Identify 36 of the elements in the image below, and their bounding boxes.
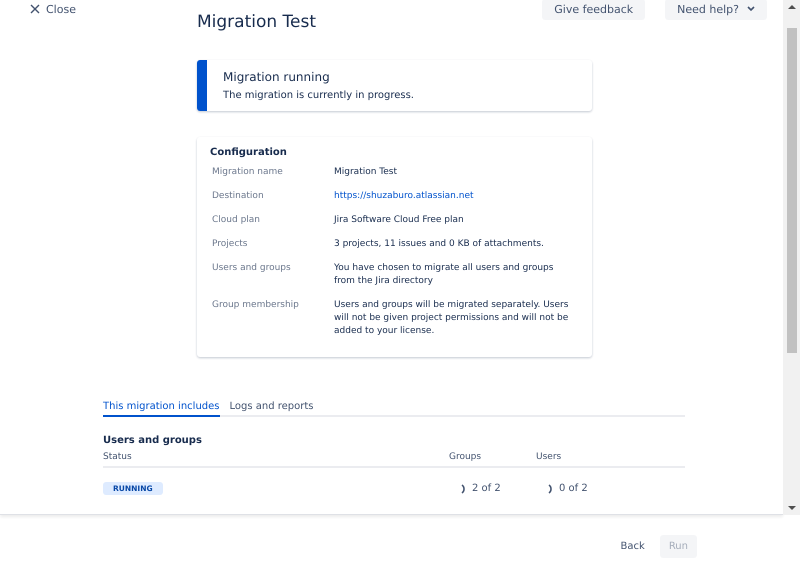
section-heading: Users and groups xyxy=(103,435,203,446)
config-value: 3 projects, 11 issues and 0 KB of attachments. xyxy=(334,238,545,251)
config-label: Destination xyxy=(212,190,265,203)
config-value: Migration Test xyxy=(334,166,398,179)
config-label: Cloud plan xyxy=(212,214,262,227)
config-value: Users and groups will be migrated separately. Users will not be given project permissions and will not be added to your license. xyxy=(334,299,570,338)
feedback-button[interactable]: Give feedback xyxy=(542,0,646,20)
banner-message: The migration is currently in progress. xyxy=(223,90,414,101)
column-header: Status xyxy=(103,446,449,468)
tab[interactable]: Logs and reports xyxy=(230,401,314,417)
back-button[interactable]: Back xyxy=(612,535,654,558)
config-value: Jira Software Cloud Free plan xyxy=(334,214,465,227)
banner-title: Migration running xyxy=(223,70,331,84)
config-value: You have chosen to migrate all users and groups from the Jira directory xyxy=(334,262,554,288)
scroll-up-icon[interactable] xyxy=(788,4,796,10)
close-icon xyxy=(30,4,40,14)
config-label: Users and groups xyxy=(212,262,292,275)
column-header: Users xyxy=(536,446,685,468)
spinner-icon xyxy=(461,484,467,494)
users-count: 0 of 2 xyxy=(559,483,588,494)
spinner-icon xyxy=(548,484,554,494)
scrollbar[interactable] xyxy=(783,0,800,515)
destination-link[interactable]: https://shuzaburo.atlassian.net xyxy=(334,190,577,203)
close-button[interactable]: Close xyxy=(30,2,76,16)
chevron-down-icon xyxy=(747,6,755,12)
config-label: Group membership xyxy=(212,299,300,312)
card-heading: Configuration xyxy=(210,147,288,158)
groups-count: 2 of 2 xyxy=(472,483,501,494)
config-label: Projects xyxy=(212,238,248,251)
scroll-down-icon[interactable] xyxy=(788,505,796,511)
tab[interactable]: This migration includes xyxy=(103,401,220,417)
page-title: Migration Test xyxy=(197,12,318,32)
banner-accent-bar xyxy=(197,60,207,111)
column-header: Groups xyxy=(449,446,536,468)
help-button[interactable]: Need help? xyxy=(665,0,767,20)
config-label: Migration name xyxy=(212,166,284,179)
